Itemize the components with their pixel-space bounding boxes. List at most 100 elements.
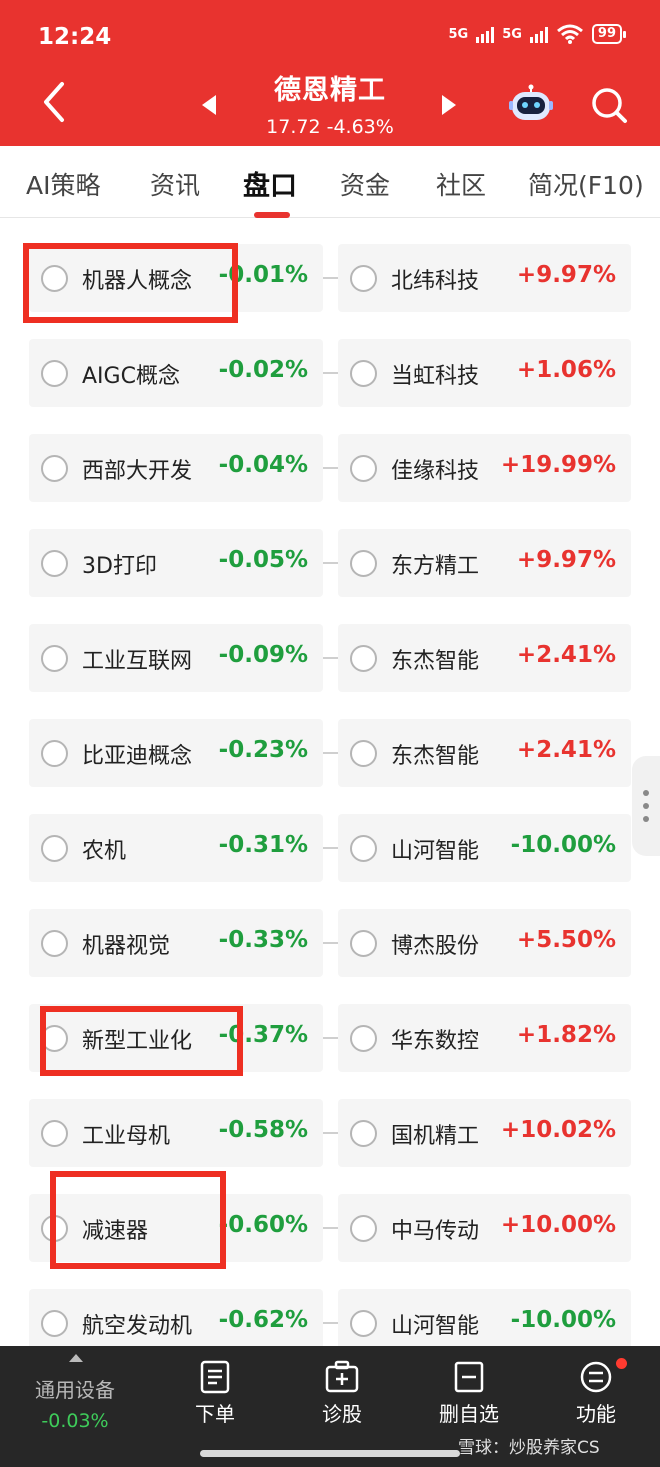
function-button[interactable]: 功能 <box>546 1360 646 1427</box>
concept-change: -0.60% <box>218 1212 308 1238</box>
tab-funds[interactable]: 资金 <box>340 166 390 202</box>
battery-icon: 99 <box>591 24 627 44</box>
home-indicator[interactable] <box>200 1450 460 1457</box>
concept-card[interactable]: 机器视觉 -0.33% <box>29 909 323 977</box>
radio-icon[interactable] <box>41 740 68 767</box>
order-icon <box>200 1360 230 1394</box>
radio-icon[interactable] <box>41 835 68 862</box>
radio-icon[interactable] <box>41 455 68 482</box>
radio-icon[interactable] <box>350 1215 377 1242</box>
stock-change: +1.82% <box>516 1022 616 1048</box>
tab-ai-strategy[interactable]: AI策略 <box>26 166 100 202</box>
radio-icon[interactable] <box>350 1310 377 1337</box>
sector-name[interactable]: 通用设备 <box>0 1374 150 1403</box>
ai-robot-icon[interactable] <box>508 84 554 124</box>
tab-news[interactable]: 资讯 <box>150 166 200 202</box>
concept-change: -0.09% <box>218 642 308 668</box>
radio-icon[interactable] <box>350 740 377 767</box>
list-row: 航空发动机 -0.62% 山河智能 -10.00% <box>0 1275 660 1357</box>
tab-f10-profile[interactable]: 简况(F10) <box>528 166 644 202</box>
concept-card[interactable]: 农机 -0.31% <box>29 814 323 882</box>
tab-community[interactable]: 社区 <box>436 166 486 202</box>
leader-stock-card[interactable]: 华东数控 +1.82% <box>338 1004 631 1072</box>
stock-change: +5.50% <box>516 927 616 953</box>
radio-icon[interactable] <box>41 1310 68 1337</box>
radio-icon[interactable] <box>350 1025 377 1052</box>
radio-icon[interactable] <box>350 1120 377 1147</box>
connector-line <box>323 372 338 374</box>
search-icon[interactable] <box>588 84 630 126</box>
concept-card[interactable]: 工业互联网 -0.09% <box>29 624 323 692</box>
radio-icon[interactable] <box>350 930 377 957</box>
list-row: AIGC概念 -0.02% 当虹科技 +1.06% <box>0 325 660 407</box>
concept-name: 工业母机 <box>82 1124 171 1149</box>
order-button[interactable]: 下单 <box>165 1360 265 1427</box>
status-icons: 5G 5G 99 <box>448 24 627 44</box>
sim1-label: 5G <box>448 26 469 42</box>
watermark-text: 雪球：炒股养家CS <box>458 1438 600 1458</box>
side-drawer-handle[interactable] <box>632 756 660 856</box>
sector-change: -0.03% <box>41 1410 109 1432</box>
order-label: 下单 <box>195 1402 235 1426</box>
concept-change: -0.31% <box>218 832 308 858</box>
list-row: 3D打印 -0.05% 东方精工 +9.97% <box>0 515 660 597</box>
leader-stock-card[interactable]: 当虹科技 +1.06% <box>338 339 631 407</box>
leader-stock-card[interactable]: 东杰智能 +2.41% <box>338 719 631 787</box>
stock-price: 17.72 <box>266 116 321 138</box>
concept-card[interactable]: 西部大开发 -0.04% <box>29 434 323 502</box>
concept-card[interactable]: 工业母机 -0.58% <box>29 1099 323 1167</box>
leader-stock-card[interactable]: 中马传动 +10.00% <box>338 1194 631 1262</box>
stock-name: 山河智能 <box>391 1314 480 1339</box>
leader-stock-card[interactable]: 山河智能 -10.00% <box>338 814 631 882</box>
remove-watchlist-button[interactable]: 删自选 <box>419 1360 519 1427</box>
radio-icon[interactable] <box>41 930 68 957</box>
leader-stock-card[interactable]: 东方精工 +9.97% <box>338 529 631 597</box>
diagnose-icon <box>325 1360 359 1393</box>
list-row: 西部大开发 -0.04% 佳缘科技 +19.99% <box>0 420 660 502</box>
remove-watchlist-icon <box>454 1361 484 1393</box>
concept-card[interactable]: 3D打印 -0.05% <box>29 529 323 597</box>
connector-line <box>323 942 338 944</box>
radio-icon[interactable] <box>41 550 68 577</box>
stock-name: 博杰股份 <box>391 934 480 959</box>
leader-stock-card[interactable]: 博杰股份 +5.50% <box>338 909 631 977</box>
radio-icon[interactable] <box>41 645 68 672</box>
leader-stock-card[interactable]: 佳缘科技 +19.99% <box>338 434 631 502</box>
connector-line <box>323 467 338 469</box>
signal-icon <box>529 25 548 43</box>
radio-icon[interactable] <box>350 645 377 672</box>
leader-stock-card[interactable]: 北纬科技 +9.97% <box>338 244 631 312</box>
tab-bar: AI策略 资讯 盘口 资金 社区 简况(F10) <box>0 146 660 218</box>
leader-stock-card[interactable]: 国机精工 +10.02% <box>338 1099 631 1167</box>
diagnose-button[interactable]: 诊股 <box>292 1360 392 1427</box>
list-row: 工业母机 -0.58% 国机精工 +10.02% <box>0 1085 660 1167</box>
caret-up-icon[interactable] <box>69 1354 83 1362</box>
connector-line <box>323 1037 338 1039</box>
tab-order-book[interactable]: 盘口 <box>243 164 297 203</box>
radio-icon[interactable] <box>350 360 377 387</box>
stock-change: +19.99% <box>500 452 616 478</box>
stock-change: +10.00% <box>500 1212 616 1238</box>
concept-name: 机器视觉 <box>82 934 171 959</box>
connector-line <box>323 277 338 279</box>
concept-card[interactable]: AIGC概念 -0.02% <box>29 339 323 407</box>
concept-name: 工业互联网 <box>82 649 193 674</box>
stock-title: 德恩精工 <box>274 75 386 106</box>
concept-name: 西部大开发 <box>82 459 193 484</box>
radio-icon[interactable] <box>350 835 377 862</box>
diagnose-label: 诊股 <box>322 1402 362 1426</box>
leader-stock-card[interactable]: 东杰智能 +2.41% <box>338 624 631 692</box>
concept-card[interactable]: 比亚迪概念 -0.23% <box>29 719 323 787</box>
concept-change: -0.62% <box>218 1307 308 1333</box>
radio-icon[interactable] <box>350 265 377 292</box>
stock-name: 中马传动 <box>391 1219 480 1244</box>
radio-icon[interactable] <box>41 1120 68 1147</box>
header-bar: 12:24 5G 5G 99 德恩精工 17.72 -4.63% <box>0 0 660 146</box>
connector-line <box>323 1132 338 1134</box>
radio-icon[interactable] <box>41 360 68 387</box>
remove-watchlist-label: 删自选 <box>439 1402 499 1426</box>
notification-dot <box>616 1358 627 1369</box>
radio-icon[interactable] <box>350 550 377 577</box>
menu-icon <box>580 1361 612 1393</box>
radio-icon[interactable] <box>350 455 377 482</box>
